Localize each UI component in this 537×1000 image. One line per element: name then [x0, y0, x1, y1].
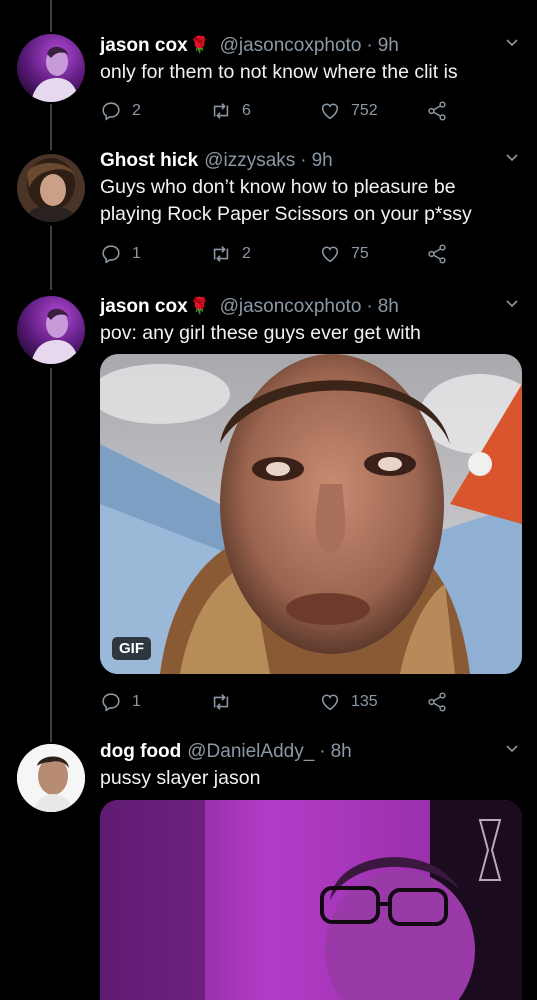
share-icon: [428, 101, 446, 121]
tweet[interactable]: jason cox 🌹 @jasoncoxphoto · 9h only for…: [0, 0, 537, 140]
separator: ·: [319, 741, 326, 762]
reply-button[interactable]: 1: [100, 691, 141, 713]
timestamp[interactable]: 8h: [331, 740, 352, 764]
separator: ·: [366, 296, 373, 317]
reply-count: 1: [132, 693, 141, 710]
gif-frame: [100, 354, 522, 674]
retweet-count: 2: [242, 245, 251, 262]
timestamp[interactable]: 9h: [312, 149, 333, 173]
tweet-text: Guys who don’t know how to pleasure be p…: [100, 176, 472, 225]
tweet-text: pov: any girl these guys ever get with: [100, 322, 421, 344]
avatar[interactable]: [17, 296, 85, 364]
tweet[interactable]: dog food @DanielAddy_ · 8h pussy slayer …: [0, 730, 537, 1000]
avatar[interactable]: [17, 34, 85, 102]
display-name[interactable]: jason cox: [100, 295, 188, 319]
share-icon: [428, 244, 446, 264]
like-count: 75: [351, 245, 369, 262]
like-button[interactable]: 75: [319, 243, 369, 265]
tweet-actions: 2 6 752: [100, 99, 460, 123]
separator: ·: [300, 150, 307, 171]
timestamp[interactable]: 9h: [378, 34, 399, 58]
reply-icon: [102, 245, 120, 264]
like-count: 752: [351, 102, 378, 119]
rose-emoji: 🌹: [189, 298, 210, 315]
tweet-actions: 1 2 75: [100, 242, 460, 266]
tweet[interactable]: jason cox 🌹 @jasoncoxphoto · 8h pov: any…: [0, 286, 537, 730]
tweet-actions: 1 135: [100, 690, 460, 714]
retweet-icon: [213, 103, 229, 119]
reply-count: 1: [132, 245, 141, 262]
tweet-text: only for them to not know where the clit…: [100, 61, 458, 83]
like-button[interactable]: 135: [319, 691, 378, 713]
retweet-icon: [213, 246, 229, 262]
handle[interactable]: @izzysaks: [204, 149, 295, 173]
tweet-header: jason cox 🌹 @jasoncoxphoto · 9h: [100, 34, 519, 58]
tweet-header: dog food @DanielAddy_ · 8h: [100, 740, 519, 764]
heart-icon: [321, 694, 339, 711]
share-button[interactable]: [426, 243, 458, 265]
tweet-text: pussy slayer jason: [100, 767, 261, 789]
like-button[interactable]: 752: [319, 100, 378, 122]
retweet-button[interactable]: 2: [210, 243, 251, 265]
display-name[interactable]: dog food: [100, 740, 181, 764]
chevron-down-icon[interactable]: [505, 151, 519, 165]
handle[interactable]: @jasoncoxphoto: [220, 295, 362, 319]
avatar[interactable]: [17, 744, 85, 812]
reply-button[interactable]: 1: [100, 243, 141, 265]
gif-media[interactable]: GIF: [100, 354, 522, 674]
tweet-image[interactable]: [100, 800, 522, 1000]
retweet-button[interactable]: 6: [210, 100, 251, 122]
share-button[interactable]: [426, 691, 458, 713]
retweet-count: 6: [242, 102, 251, 119]
reply-icon: [102, 693, 120, 712]
chevron-down-icon[interactable]: [505, 742, 519, 756]
heart-icon: [321, 246, 339, 263]
rose-emoji: 🌹: [189, 37, 210, 54]
retweet-icon: [213, 694, 229, 710]
reply-icon: [102, 102, 120, 121]
handle[interactable]: @DanielAddy_: [187, 740, 314, 764]
timestamp[interactable]: 8h: [378, 295, 399, 319]
reply-button[interactable]: 2: [100, 100, 141, 122]
display-name[interactable]: jason cox: [100, 34, 188, 58]
chevron-down-icon[interactable]: [505, 36, 519, 50]
chevron-down-icon[interactable]: [505, 297, 519, 311]
gif-badge: GIF: [112, 637, 151, 660]
tweet[interactable]: Ghost hick @izzysaks · 9h Guys who don’t…: [0, 140, 537, 286]
display-name[interactable]: Ghost hick: [100, 149, 198, 173]
share-icon: [428, 692, 446, 712]
share-button[interactable]: [426, 100, 458, 122]
handle[interactable]: @jasoncoxphoto: [220, 34, 362, 58]
like-count: 135: [351, 693, 378, 710]
avatar[interactable]: [17, 154, 85, 222]
photo-frame: [100, 800, 522, 1000]
tweet-header: Ghost hick @izzysaks · 9h: [100, 149, 519, 173]
reply-count: 2: [132, 102, 141, 119]
separator: ·: [366, 35, 373, 56]
heart-icon: [321, 103, 339, 120]
tweet-header: jason cox 🌹 @jasoncoxphoto · 8h: [100, 295, 519, 319]
retweet-button[interactable]: [210, 691, 242, 713]
